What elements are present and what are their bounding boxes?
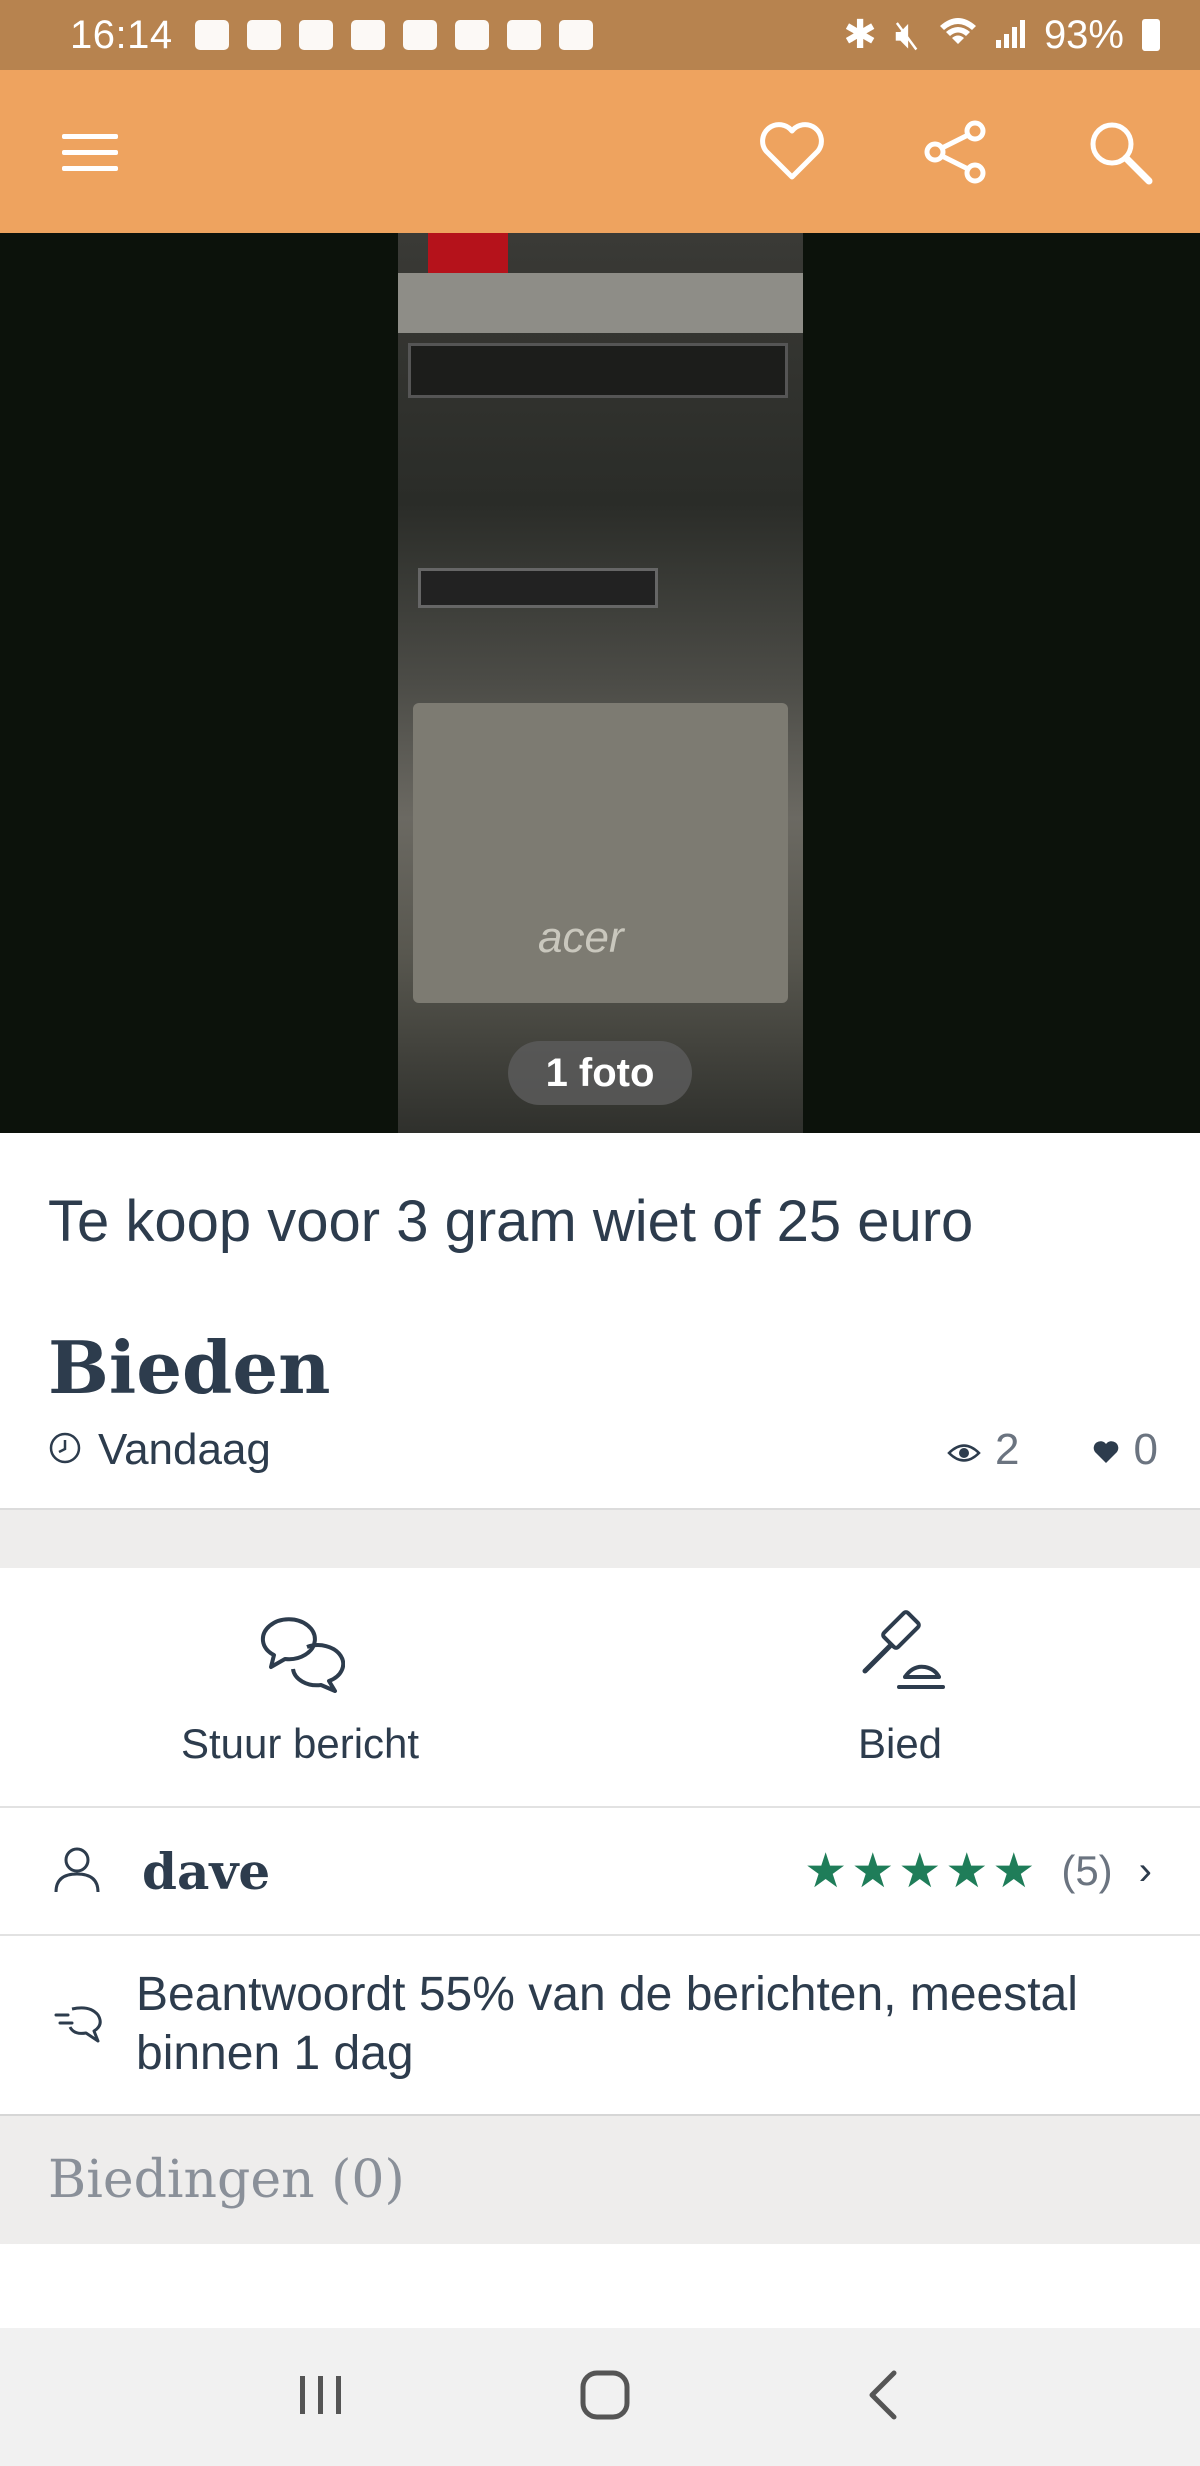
bid-button[interactable]: Bied: [600, 1568, 1200, 1806]
star-rating: ★★★★★: [804, 1845, 1040, 1898]
hamburger-icon[interactable]: [50, 112, 130, 192]
content-end: [0, 2244, 1200, 2328]
status-bar: 16:14 ✱ 🔇︎ 93%: [0, 0, 1200, 70]
gavel-icon: [855, 1607, 945, 1702]
clock-icon: [48, 1431, 82, 1470]
battery-icon: [1142, 19, 1160, 51]
discord-icon: [246, 20, 281, 50]
share-icon[interactable]: [916, 112, 996, 192]
home-button[interactable]: [579, 2369, 631, 2426]
listing-date: Vandaag: [98, 1425, 271, 1474]
notification-icons: [194, 20, 593, 50]
bids-heading: Biedingen (0): [48, 2150, 405, 2210]
view-count: 2: [995, 1425, 1020, 1474]
chat-bubbles-icon: [255, 1607, 346, 1702]
signal-icon: [995, 13, 1026, 58]
search-icon[interactable]: [1080, 112, 1160, 192]
heart-icon[interactable]: [752, 112, 832, 192]
send-message-label: Stuur bericht: [180, 1719, 420, 1767]
notification-icon: [298, 20, 333, 50]
seller-row[interactable]: dave ★★★★★ (5) ›: [0, 1808, 1200, 1936]
twitch-icon: [454, 20, 489, 50]
image-detail: [418, 568, 658, 608]
listing-price: Bieden: [48, 1325, 331, 1410]
product-image: acer: [398, 233, 803, 1133]
action-bar: Stuur bericht Bied: [0, 1568, 1200, 1808]
discord-icon: [194, 20, 229, 50]
response-rate-row: Beantwoordt 55% van de berichten, meesta…: [0, 1936, 1200, 2116]
heart-filled-icon: [1092, 1425, 1120, 1475]
recent-apps-button[interactable]: [296, 2372, 346, 2423]
bluetooth-icon: ✱: [843, 13, 877, 57]
review-count: (5): [1061, 1847, 1113, 1894]
system-icons: ✱ 🔇︎ 93%: [843, 12, 1160, 58]
fast-chat-icon: [54, 2001, 106, 2050]
status-time: 16:14: [70, 12, 173, 57]
bid-label: Bied: [857, 1719, 943, 1767]
back-button[interactable]: [864, 2369, 904, 2426]
send-message-button[interactable]: Stuur bericht: [0, 1568, 600, 1806]
calendar-icon: [558, 20, 593, 50]
listing-meta: Vandaag 2 0: [48, 1420, 1158, 1480]
system-nav-bar: [0, 2328, 1200, 2466]
image-detail: [428, 233, 508, 273]
image-detail: [408, 343, 788, 398]
favorite-count: 0: [1133, 1425, 1158, 1474]
battery-level: 93%: [1043, 12, 1124, 57]
mail-icon: [350, 20, 385, 50]
user-icon: [52, 1844, 102, 1899]
eye-icon: [947, 1425, 981, 1475]
bids-section: Biedingen (0): [0, 2116, 1200, 2244]
listing-photo[interactable]: acer 1 foto: [0, 233, 1200, 1133]
mute-icon: 🔇︎: [894, 12, 920, 57]
app-icon: [402, 20, 437, 50]
image-detail: [398, 273, 803, 333]
response-rate-text: Beantwoordt 55% van de berichten, meesta…: [136, 1968, 1078, 2080]
photo-count-badge[interactable]: 1 foto: [508, 1041, 692, 1105]
app-bar: [0, 70, 1200, 233]
incognito-icon: [506, 20, 541, 50]
section-divider: [0, 1508, 1200, 1568]
photo-brand-text: acer: [538, 913, 624, 962]
wifi-icon: [938, 13, 978, 58]
listing-title: Te koop voor 3 gram wiet of 25 euro: [48, 1189, 974, 1254]
chevron-right-icon: ›: [1138, 1848, 1152, 1893]
seller-name[interactable]: dave: [142, 1842, 270, 1901]
